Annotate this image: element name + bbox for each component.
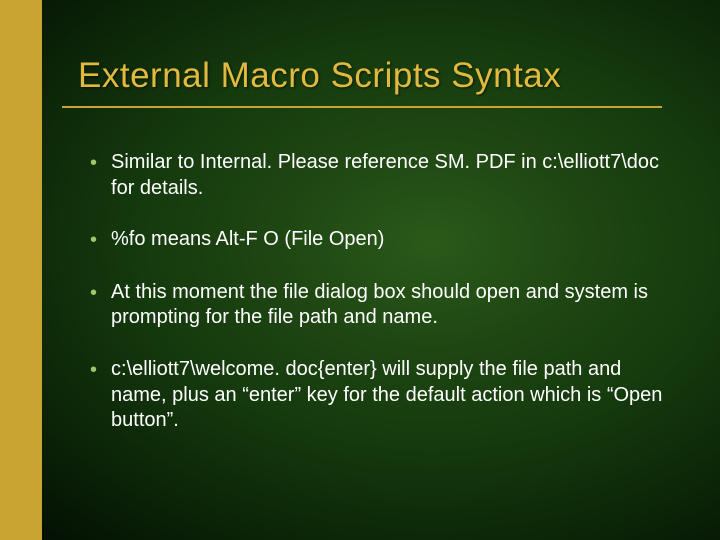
content-area: • Similar to Internal. Please reference … — [90, 150, 670, 460]
bullet-text: At this moment the file dialog box shoul… — [111, 280, 670, 331]
bullet-item: • %fo means Alt-F O (File Open) — [90, 227, 670, 254]
bullet-text: Similar to Internal. Please reference SM… — [111, 150, 670, 201]
left-accent-bar — [0, 0, 42, 540]
title-underline — [62, 106, 662, 108]
bullet-icon: • — [90, 151, 97, 177]
bullet-item: • Similar to Internal. Please reference … — [90, 150, 670, 201]
bullet-item: • c:\elliott7\welcome. doc{enter} will s… — [90, 357, 670, 434]
bullet-text: %fo means Alt-F O (File Open) — [111, 227, 670, 253]
bullet-icon: • — [90, 281, 97, 307]
bullet-icon: • — [90, 228, 97, 254]
slide-title: External Macro Scripts Syntax — [78, 56, 561, 96]
slide: External Macro Scripts Syntax • Similar … — [0, 0, 720, 540]
bullet-item: • At this moment the file dialog box sho… — [90, 280, 670, 331]
bullet-icon: • — [90, 358, 97, 384]
bullet-text: c:\elliott7\welcome. doc{enter} will sup… — [111, 357, 670, 434]
